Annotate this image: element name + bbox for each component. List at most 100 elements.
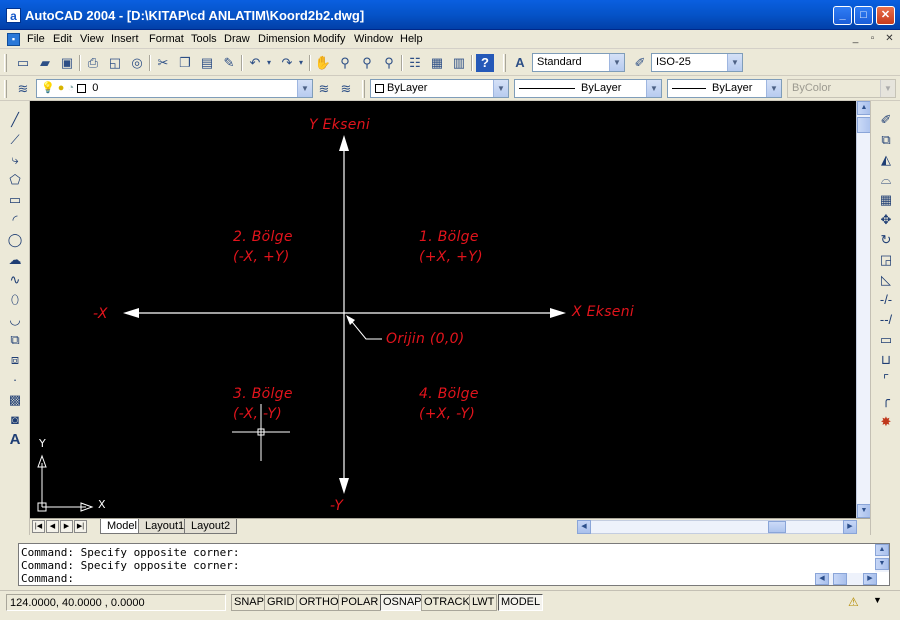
polyline-icon[interactable]: ⤷ bbox=[6, 151, 24, 169]
move-icon[interactable]: ✥ bbox=[877, 211, 895, 229]
make-block-icon[interactable]: ⧈ bbox=[6, 351, 24, 369]
scroll-right-button[interactable]: ▶ bbox=[863, 573, 877, 585]
menu-window[interactable]: Window bbox=[354, 33, 393, 45]
document-icon[interactable]: ▪ bbox=[7, 33, 20, 46]
arc-icon[interactable]: ◜ bbox=[6, 211, 24, 229]
line-icon[interactable]: ╱ bbox=[6, 111, 24, 129]
maximize-button[interactable]: □ bbox=[854, 6, 873, 25]
layer-manager-icon[interactable]: ≋ bbox=[14, 80, 32, 98]
menu-dimension[interactable]: Dimension bbox=[258, 33, 310, 45]
circle-icon[interactable]: ◯ bbox=[6, 231, 24, 249]
grid-toggle[interactable]: GRID bbox=[264, 594, 298, 611]
plot-preview-icon[interactable]: ◱ bbox=[106, 54, 124, 72]
save-icon[interactable]: ▣ bbox=[58, 54, 76, 72]
layer-previous-icon[interactable]: ≋ bbox=[337, 80, 355, 98]
revision-cloud-icon[interactable]: ☁ bbox=[6, 251, 24, 269]
help-icon[interactable]: ? bbox=[476, 54, 494, 72]
redo-dropdown-icon[interactable]: ▾ bbox=[296, 54, 306, 72]
lwt-toggle[interactable]: LWT bbox=[469, 594, 498, 611]
status-menu-arrow-icon[interactable]: ▼ bbox=[873, 595, 882, 605]
scroll-up-button[interactable]: ▲ bbox=[857, 101, 871, 115]
chevron-down-icon[interactable]: ▼ bbox=[493, 80, 508, 97]
toolbar-grip[interactable] bbox=[4, 80, 7, 98]
menu-help[interactable]: Help bbox=[400, 33, 423, 45]
copy-object-icon[interactable]: ⧉ bbox=[877, 131, 895, 149]
layer-select[interactable]: 💡 ● ◔ 0 ▼ bbox=[36, 79, 313, 98]
scroll-down-button[interactable]: ▼ bbox=[857, 504, 871, 518]
cut-icon[interactable]: ✂ bbox=[154, 54, 172, 72]
first-tab-icon[interactable]: |◀ bbox=[32, 520, 45, 533]
tool-palettes-icon[interactable]: ▥ bbox=[450, 54, 468, 72]
vertical-scrollbar[interactable]: ▲ ▼ bbox=[856, 101, 871, 518]
tab-layout2[interactable]: Layout2 bbox=[184, 519, 238, 534]
fillet-icon[interactable]: ╭ bbox=[877, 391, 895, 409]
color-select[interactable]: ByLayer ▼ bbox=[370, 79, 509, 98]
zoom-window-icon[interactable]: ⚲ bbox=[358, 54, 376, 72]
open-icon[interactable]: ▰ bbox=[36, 54, 54, 72]
scroll-thumb[interactable] bbox=[857, 117, 871, 133]
command-scrollbar[interactable]: ▲ ▼ bbox=[875, 544, 889, 572]
snap-toggle[interactable]: SNAP bbox=[231, 594, 267, 611]
doc-restore-button[interactable]: ▫ bbox=[866, 33, 879, 45]
close-button[interactable]: ✕ bbox=[876, 6, 895, 25]
point-icon[interactable]: · bbox=[6, 371, 24, 389]
command-prompt[interactable]: Command: bbox=[21, 572, 74, 585]
menu-edit[interactable]: Edit bbox=[53, 33, 72, 45]
undo-icon[interactable]: ↶ bbox=[246, 54, 264, 72]
prev-tab-icon[interactable]: ◀ bbox=[46, 520, 59, 533]
menu-tools[interactable]: Tools bbox=[191, 33, 217, 45]
toolbar-grip[interactable] bbox=[4, 54, 7, 72]
ellipse-icon[interactable]: ⬯ bbox=[6, 291, 24, 309]
design-center-icon[interactable]: ▦ bbox=[428, 54, 446, 72]
lineweight-select[interactable]: ByLayer ▼ bbox=[667, 79, 782, 98]
menu-insert[interactable]: Insert bbox=[111, 33, 139, 45]
rectangle-icon[interactable]: ▭ bbox=[6, 191, 24, 209]
multiline-text-icon[interactable]: A bbox=[6, 431, 24, 449]
spline-icon[interactable]: ∿ bbox=[6, 271, 24, 289]
ortho-toggle[interactable]: ORTHO bbox=[296, 594, 342, 611]
chamfer-icon[interactable]: ⌜ bbox=[877, 371, 895, 389]
toolbar-grip[interactable] bbox=[362, 80, 365, 98]
explode-icon[interactable]: ✸ bbox=[877, 413, 895, 431]
extend-icon[interactable]: --/ bbox=[877, 311, 895, 329]
horizontal-scrollbar[interactable]: ◀ ▶ bbox=[577, 520, 857, 534]
menu-file[interactable]: File bbox=[27, 33, 45, 45]
mirror-icon[interactable]: ◭ bbox=[877, 151, 895, 169]
paste-icon[interactable]: ▤ bbox=[198, 54, 216, 72]
properties-icon[interactable]: ☷ bbox=[406, 54, 424, 72]
scroll-right-button[interactable]: ▶ bbox=[843, 520, 857, 534]
construction-line-icon[interactable]: ⟋ bbox=[6, 131, 24, 149]
offset-icon[interactable]: ⌓ bbox=[877, 171, 895, 189]
match-properties-icon[interactable]: ✎ bbox=[220, 54, 238, 72]
chevron-down-icon[interactable]: ▼ bbox=[766, 80, 781, 97]
linetype-select[interactable]: ByLayer ▼ bbox=[514, 79, 662, 98]
join-icon[interactable]: ⊔ bbox=[877, 351, 895, 369]
text-style-select[interactable]: Standard ▼ bbox=[532, 53, 625, 72]
region-icon[interactable]: ◙ bbox=[6, 411, 24, 429]
erase-icon[interactable]: ✐ bbox=[877, 111, 895, 129]
menu-modify[interactable]: Modify bbox=[313, 33, 345, 45]
chevron-down-icon[interactable]: ▼ bbox=[646, 80, 661, 97]
last-tab-icon[interactable]: ▶| bbox=[74, 520, 87, 533]
ellipse-arc-icon[interactable]: ◡ bbox=[6, 311, 24, 329]
dim-style-select[interactable]: ISO-25 ▼ bbox=[651, 53, 743, 72]
scale-icon[interactable]: ◲ bbox=[877, 251, 895, 269]
scroll-down-button[interactable]: ▼ bbox=[875, 558, 889, 570]
scroll-left-button[interactable]: ◀ bbox=[815, 573, 829, 585]
trim-icon[interactable]: -/- bbox=[877, 291, 895, 309]
new-icon[interactable]: ▭ bbox=[14, 54, 32, 72]
insert-block-icon[interactable]: ⧉ bbox=[6, 331, 24, 349]
zoom-realtime-icon[interactable]: ⚲ bbox=[336, 54, 354, 72]
menu-format[interactable]: Format bbox=[149, 33, 184, 45]
doc-close-button[interactable]: ✕ bbox=[883, 33, 896, 45]
make-layer-current-icon[interactable]: ≋ bbox=[315, 80, 333, 98]
text-style-icon[interactable]: A bbox=[511, 54, 529, 72]
autocad-app-icon[interactable]: a bbox=[6, 8, 21, 23]
command-horizontal-scrollbar[interactable]: ◀ ▶ bbox=[815, 573, 877, 585]
array-icon[interactable]: ▦ bbox=[877, 191, 895, 209]
scroll-up-button[interactable]: ▲ bbox=[875, 544, 889, 556]
toolbar-grip[interactable] bbox=[503, 54, 506, 72]
chevron-down-icon[interactable]: ▼ bbox=[727, 54, 742, 71]
stretch-icon[interactable]: ◺ bbox=[877, 271, 895, 289]
command-window[interactable]: Command: Specify opposite corner: Comman… bbox=[18, 543, 890, 586]
